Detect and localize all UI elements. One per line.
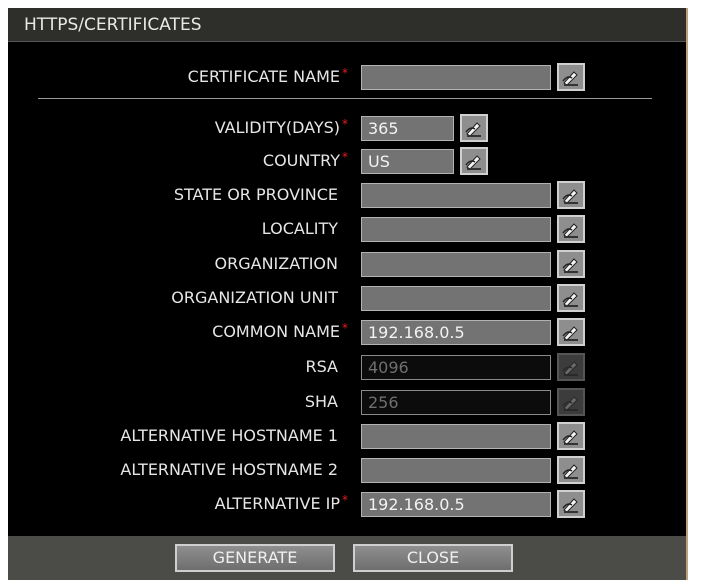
org-unit-label: ORGANIZATION UNIT bbox=[171, 288, 338, 307]
certificate-name-field[interactable] bbox=[361, 65, 551, 90]
validity-label: VALIDITY(DAYS) bbox=[214, 118, 340, 137]
state-label: STATE OR PROVINCE bbox=[173, 185, 338, 204]
organization-keyboard-button[interactable] bbox=[557, 250, 585, 278]
sha-keyboard-button bbox=[557, 388, 585, 416]
keyboard-edit-icon bbox=[465, 122, 481, 137]
sha-label: SHA bbox=[304, 392, 338, 411]
keyboard-edit-icon bbox=[465, 155, 481, 170]
org-unit-field[interactable] bbox=[361, 286, 551, 311]
row-sha: SHA bbox=[8, 388, 338, 416]
keyboard-edit-icon bbox=[562, 361, 578, 376]
required-marker: * bbox=[342, 493, 348, 507]
row-alt-ip: ALTERNATIVE IP * bbox=[8, 490, 348, 518]
validity-field[interactable]: 365 bbox=[361, 116, 454, 141]
organization-field[interactable] bbox=[361, 252, 551, 277]
state-field[interactable] bbox=[361, 183, 551, 208]
alt-hostname-1-keyboard-button[interactable] bbox=[557, 422, 585, 450]
keyboard-edit-icon bbox=[562, 464, 578, 479]
alt-hostname-1-label: ALTERNATIVE HOSTNAME 1 bbox=[120, 426, 338, 445]
button-bar: GENERATE CLOSE bbox=[8, 536, 686, 580]
close-button[interactable]: CLOSE bbox=[353, 544, 513, 572]
row-rsa: RSA bbox=[8, 353, 338, 381]
keyboard-edit-icon bbox=[562, 396, 578, 411]
locality-label: LOCALITY bbox=[261, 219, 338, 238]
alt-ip-field[interactable]: 192.168.0.5 bbox=[361, 492, 551, 517]
row-common-name: COMMON NAME * bbox=[8, 318, 348, 346]
row-alt-hostname-1: ALTERNATIVE HOSTNAME 1 bbox=[8, 422, 338, 450]
keyboard-edit-icon bbox=[562, 498, 578, 513]
row-org-unit: ORGANIZATION UNIT bbox=[8, 284, 338, 312]
required-marker: * bbox=[342, 150, 348, 164]
sha-field: 256 bbox=[361, 390, 551, 415]
certificates-dialog: HTTPS/CERTIFICATES CERTIFICATE NAME * VAL… bbox=[8, 8, 688, 580]
alt-hostname-2-field[interactable] bbox=[361, 458, 551, 483]
required-marker: * bbox=[342, 66, 348, 80]
row-validity: VALIDITY(DAYS) * bbox=[8, 114, 348, 142]
alt-ip-keyboard-button[interactable] bbox=[557, 490, 585, 518]
common-name-label: COMMON NAME bbox=[212, 322, 340, 341]
dialog-title: HTTPS/CERTIFICATES bbox=[8, 8, 686, 42]
org-unit-keyboard-button[interactable] bbox=[557, 284, 585, 312]
keyboard-edit-icon bbox=[562, 189, 578, 204]
row-state: STATE OR PROVINCE bbox=[8, 181, 338, 209]
keyboard-edit-icon bbox=[562, 292, 578, 307]
row-alt-hostname-2: ALTERNATIVE HOSTNAME 2 bbox=[8, 456, 338, 484]
rsa-keyboard-button bbox=[557, 353, 585, 381]
rsa-label: RSA bbox=[305, 357, 338, 376]
alt-hostname-2-label: ALTERNATIVE HOSTNAME 2 bbox=[120, 460, 338, 479]
alt-hostname-2-keyboard-button[interactable] bbox=[557, 456, 585, 484]
organization-label: ORGANIZATION bbox=[214, 254, 338, 273]
keyboard-edit-icon bbox=[562, 326, 578, 341]
common-name-field[interactable]: 192.168.0.5 bbox=[361, 320, 551, 345]
divider bbox=[38, 98, 652, 99]
required-marker: * bbox=[342, 117, 348, 131]
row-certificate-name: CERTIFICATE NAME * bbox=[8, 63, 348, 91]
rsa-field: 4096 bbox=[361, 355, 551, 380]
alt-hostname-1-field[interactable] bbox=[361, 424, 551, 449]
row-country: COUNTRY * bbox=[8, 147, 348, 175]
generate-button[interactable]: GENERATE bbox=[175, 544, 335, 572]
validity-keyboard-button[interactable] bbox=[460, 114, 488, 142]
keyboard-edit-icon bbox=[562, 71, 578, 86]
locality-field[interactable] bbox=[361, 217, 551, 242]
keyboard-edit-icon bbox=[562, 430, 578, 445]
alt-ip-label: ALTERNATIVE IP bbox=[214, 494, 340, 513]
country-label: COUNTRY bbox=[262, 151, 340, 170]
keyboard-edit-icon bbox=[562, 223, 578, 238]
state-keyboard-button[interactable] bbox=[557, 181, 585, 209]
row-organization: ORGANIZATION bbox=[8, 250, 338, 278]
locality-keyboard-button[interactable] bbox=[557, 215, 585, 243]
country-keyboard-button[interactable] bbox=[460, 147, 488, 175]
common-name-keyboard-button[interactable] bbox=[557, 318, 585, 346]
row-locality: LOCALITY bbox=[8, 215, 338, 243]
certificate-name-label: CERTIFICATE NAME bbox=[187, 67, 340, 86]
keyboard-edit-icon bbox=[562, 258, 578, 273]
country-field[interactable]: US bbox=[361, 149, 454, 174]
required-marker: * bbox=[342, 321, 348, 335]
certificate-name-keyboard-button[interactable] bbox=[557, 63, 585, 91]
